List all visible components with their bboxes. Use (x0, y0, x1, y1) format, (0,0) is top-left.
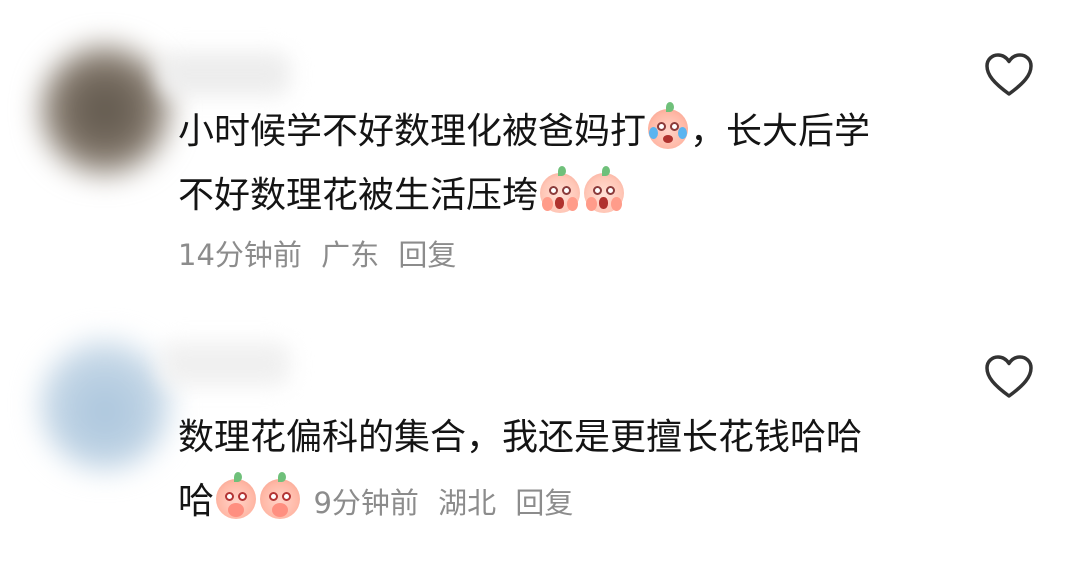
like-heart-icon[interactable] (984, 354, 1034, 400)
comment-location: 广东 (321, 238, 380, 272)
comment-text-line1: 小时候学不好数理化被爸妈打 (178, 111, 647, 152)
comment-meta: 9分钟前 湖北 回复 (313, 486, 583, 520)
username-blurred[interactable] (160, 342, 290, 386)
screaming-face-emoji-icon (540, 166, 581, 213)
comment-text-line1: 数理花偏科的集合，我还是更擅长花钱哈哈 (178, 417, 863, 458)
comment-location: 湖北 (438, 486, 497, 520)
comment-text-line2: 不好数理花被生活压垮 (178, 175, 539, 216)
reply-button[interactable]: 回复 (515, 486, 573, 520)
comment-text: 小时候学不好数理化被爸妈打 ，长大后学 不好数理花被生活压垮 (178, 100, 938, 228)
covering-mouth-emoji-icon (260, 472, 301, 519)
covering-mouth-emoji-icon (216, 472, 257, 519)
comment-time: 14分钟前 (178, 238, 302, 272)
username-blurred[interactable] (160, 52, 290, 96)
comment-meta: 14分钟前 广东 回复 (178, 232, 466, 274)
comment-time: 9分钟前 (313, 486, 419, 520)
comment-item: 小时候学不好数理化被爸妈打 ，长大后学 不好数理花被生活压垮 14分钟前 广东 回… (0, 0, 1080, 300)
comment-text-line2: 哈 (178, 481, 215, 522)
reply-button[interactable]: 回复 (398, 238, 456, 272)
screaming-face-emoji-icon (584, 166, 625, 213)
avatar[interactable] (40, 45, 170, 175)
avatar[interactable] (40, 340, 170, 470)
like-heart-icon[interactable] (984, 52, 1034, 98)
comment-text: 数理花偏科的集合，我还是更擅长花钱哈哈 哈 9分钟前 湖北 回复 (178, 406, 938, 535)
crying-face-emoji-icon (648, 102, 689, 149)
comment-text-continuation: ，长大后学 (690, 111, 871, 152)
comment-item: 数理花偏科的集合，我还是更擅长花钱哈哈 哈 9分钟前 湖北 回复 (0, 300, 1080, 565)
